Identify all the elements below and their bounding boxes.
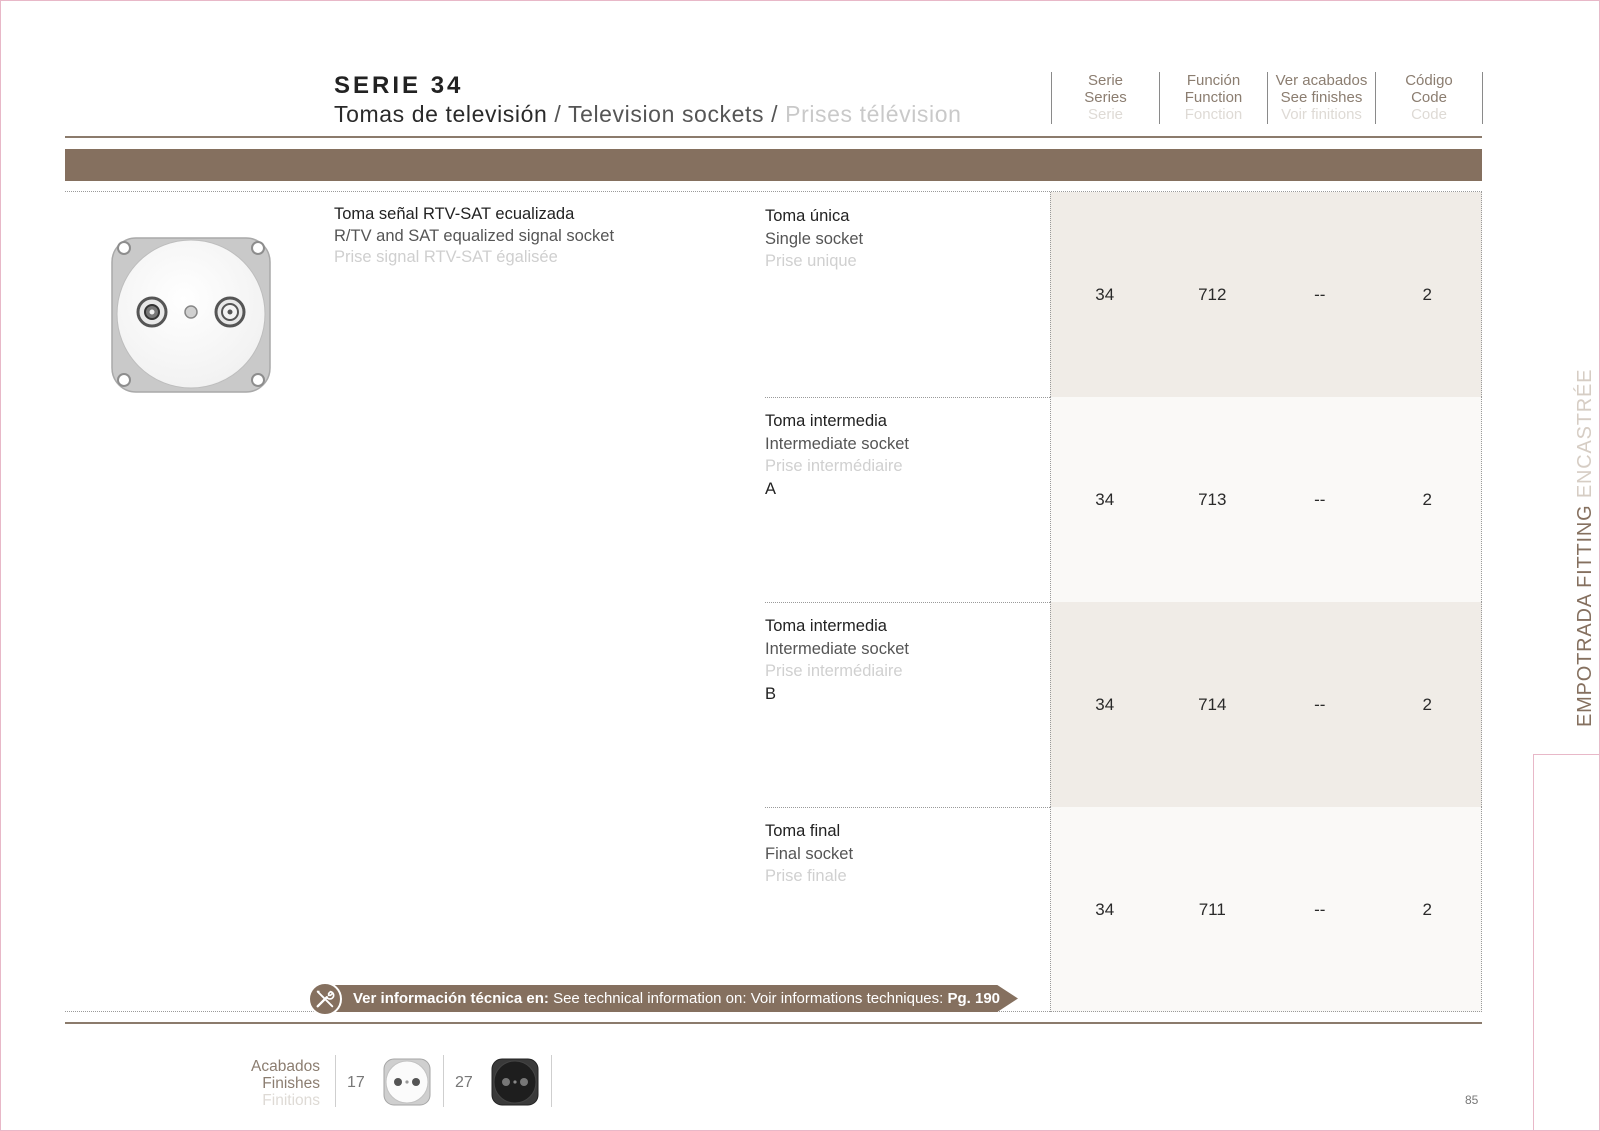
finish-code: 17 — [347, 1074, 365, 1091]
finishes-label-en: Finishes — [262, 1075, 320, 1092]
product-desc-fr: Prise signal RTV-SAT égalisée — [334, 248, 558, 266]
cell-finishes: -- — [1314, 489, 1326, 509]
cell-function: 711 — [1198, 899, 1226, 919]
column-header-en: See finishes — [1280, 89, 1363, 106]
subtitle-es: Tomas de televisión — [334, 101, 548, 127]
row-desc-en: Single socket — [765, 229, 864, 248]
row-desc-fr: Prise intermédiaire — [765, 457, 903, 475]
finishes-divider — [443, 1055, 444, 1107]
column-header-fr: Serie — [1087, 106, 1124, 123]
finishes-divider — [335, 1055, 336, 1107]
tech-info-page[interactable]: Pg. 190 — [947, 990, 1000, 1007]
row-variant: B — [765, 684, 777, 703]
cell-code: 2 — [1422, 899, 1432, 919]
row-description: Toma intermedia Intermediate socket Pris… — [765, 397, 1050, 602]
column-header-finishes: Ver acabados See finishes Voir finitions — [1267, 72, 1375, 124]
finish-code: 27 — [455, 1074, 473, 1091]
side-tab — [1533, 754, 1600, 1131]
cell-function: 712 — [1198, 284, 1227, 304]
row-desc-es: Toma final — [765, 822, 841, 840]
table-row: Toma intermedia Intermediate socket Pris… — [765, 397, 1482, 602]
page-subtitle: Tomas de televisión / Television sockets… — [334, 101, 962, 128]
subtitle-separator: / — [547, 101, 568, 127]
column-header-es: Ver acabados — [1275, 72, 1368, 89]
row-description: Toma final Final socket Prise finale — [765, 807, 1050, 1012]
column-header-es: Código — [1405, 72, 1453, 89]
row-desc-es: Toma única — [765, 207, 850, 225]
page-number: 85 — [1465, 1093, 1479, 1107]
column-header-fr: Fonction — [1184, 106, 1243, 123]
column-header-en: Code — [1411, 89, 1447, 106]
cell-code: 2 — [1422, 694, 1432, 714]
cell-serie: 34 — [1095, 694, 1115, 714]
column-header-en: Series — [1084, 89, 1127, 106]
black-finish-socket-icon — [491, 1058, 539, 1106]
cell-code: 2 — [1422, 284, 1432, 304]
tech-info-es: Ver información técnica en: — [353, 990, 549, 1007]
cell-code: 2 — [1422, 489, 1432, 509]
finishes-label-fr: Finitions — [262, 1092, 320, 1109]
cell-finishes: -- — [1314, 284, 1326, 304]
subtitle-en: Television sockets — [567, 101, 765, 127]
row-desc-es: Toma intermedia — [765, 412, 887, 430]
column-header-serie: Serie Series Serie — [1051, 72, 1159, 124]
row-description: Toma intermedia Intermediate socket Pris… — [765, 602, 1050, 807]
row-desc-en: Intermediate socket — [765, 434, 909, 453]
column-header-code: Código Code Code — [1375, 72, 1483, 124]
finishes-divider — [551, 1055, 552, 1107]
product-desc-es: Toma señal RTV-SAT ecualizada — [334, 205, 575, 223]
row-desc-fr: Prise finale — [765, 867, 847, 885]
cell-function: 713 — [1198, 489, 1227, 509]
finishes-label: Acabados Finishes Finitions — [220, 1058, 320, 1109]
row-description: Toma única Single socket Prise unique — [765, 192, 1050, 397]
row-desc-es: Toma intermedia — [765, 617, 887, 635]
finishes-label-es: Acabados — [251, 1058, 320, 1075]
side-tab-label-fr: ENCASTRÉE — [1574, 368, 1596, 505]
page-title: SERIE 34 — [334, 72, 464, 99]
tech-info-en: See technical information on: — [553, 990, 747, 1007]
side-tab-label: EMPOTRADA FITTING ENCASTRÉE — [1574, 369, 1597, 727]
tools-icon — [308, 982, 342, 1016]
product-description: Toma señal RTV-SAT ecualizada R/TV and S… — [334, 204, 614, 269]
technical-info-link[interactable]: Ver información técnica en: See technica… — [308, 982, 1038, 1016]
tv-sat-socket-icon — [111, 237, 271, 393]
tech-info-fr: Voir informations techniques: — [750, 990, 944, 1007]
column-header-fr: Code — [1411, 106, 1447, 123]
cell-serie: 34 — [1095, 489, 1115, 509]
column-header-es: Función — [1186, 72, 1241, 89]
product-desc-en: R/TV and SAT equalized signal socket — [334, 226, 615, 245]
footer-rule — [65, 1022, 1482, 1024]
technical-info-text: Ver información técnica en: See technica… — [353, 990, 1000, 1007]
cell-finishes: -- — [1314, 694, 1326, 714]
table-row: Toma única Single socket Prise unique 34… — [765, 192, 1482, 397]
white-finish-socket-icon — [383, 1058, 431, 1106]
column-header-en: Function — [1184, 89, 1243, 106]
subtitle-fr: Prises télévision — [785, 101, 962, 127]
row-desc-fr: Prise unique — [765, 252, 857, 270]
row-desc-fr: Prise intermédiaire — [765, 662, 903, 680]
row-variant: A — [765, 479, 777, 498]
cell-finishes: -- — [1314, 899, 1326, 919]
cell-serie: 34 — [1095, 899, 1115, 919]
side-tab-label-main: EMPOTRADA FITTING — [1574, 504, 1596, 728]
subtitle-separator: / — [764, 101, 786, 127]
column-header-fr: Voir finitions — [1281, 106, 1362, 123]
cell-function: 714 — [1198, 694, 1227, 714]
column-header-function: Función Function Fonction — [1159, 72, 1267, 124]
row-desc-en: Final socket — [765, 844, 854, 863]
header-rule — [65, 136, 1482, 138]
cell-serie: 34 — [1095, 284, 1115, 304]
table-row: Toma final Final socket Prise finale 34 … — [765, 807, 1482, 1012]
table-row: Toma intermedia Intermediate socket Pris… — [765, 602, 1482, 807]
column-header-es: Serie — [1087, 72, 1124, 89]
row-desc-en: Intermediate socket — [765, 639, 909, 658]
section-band — [65, 149, 1482, 181]
